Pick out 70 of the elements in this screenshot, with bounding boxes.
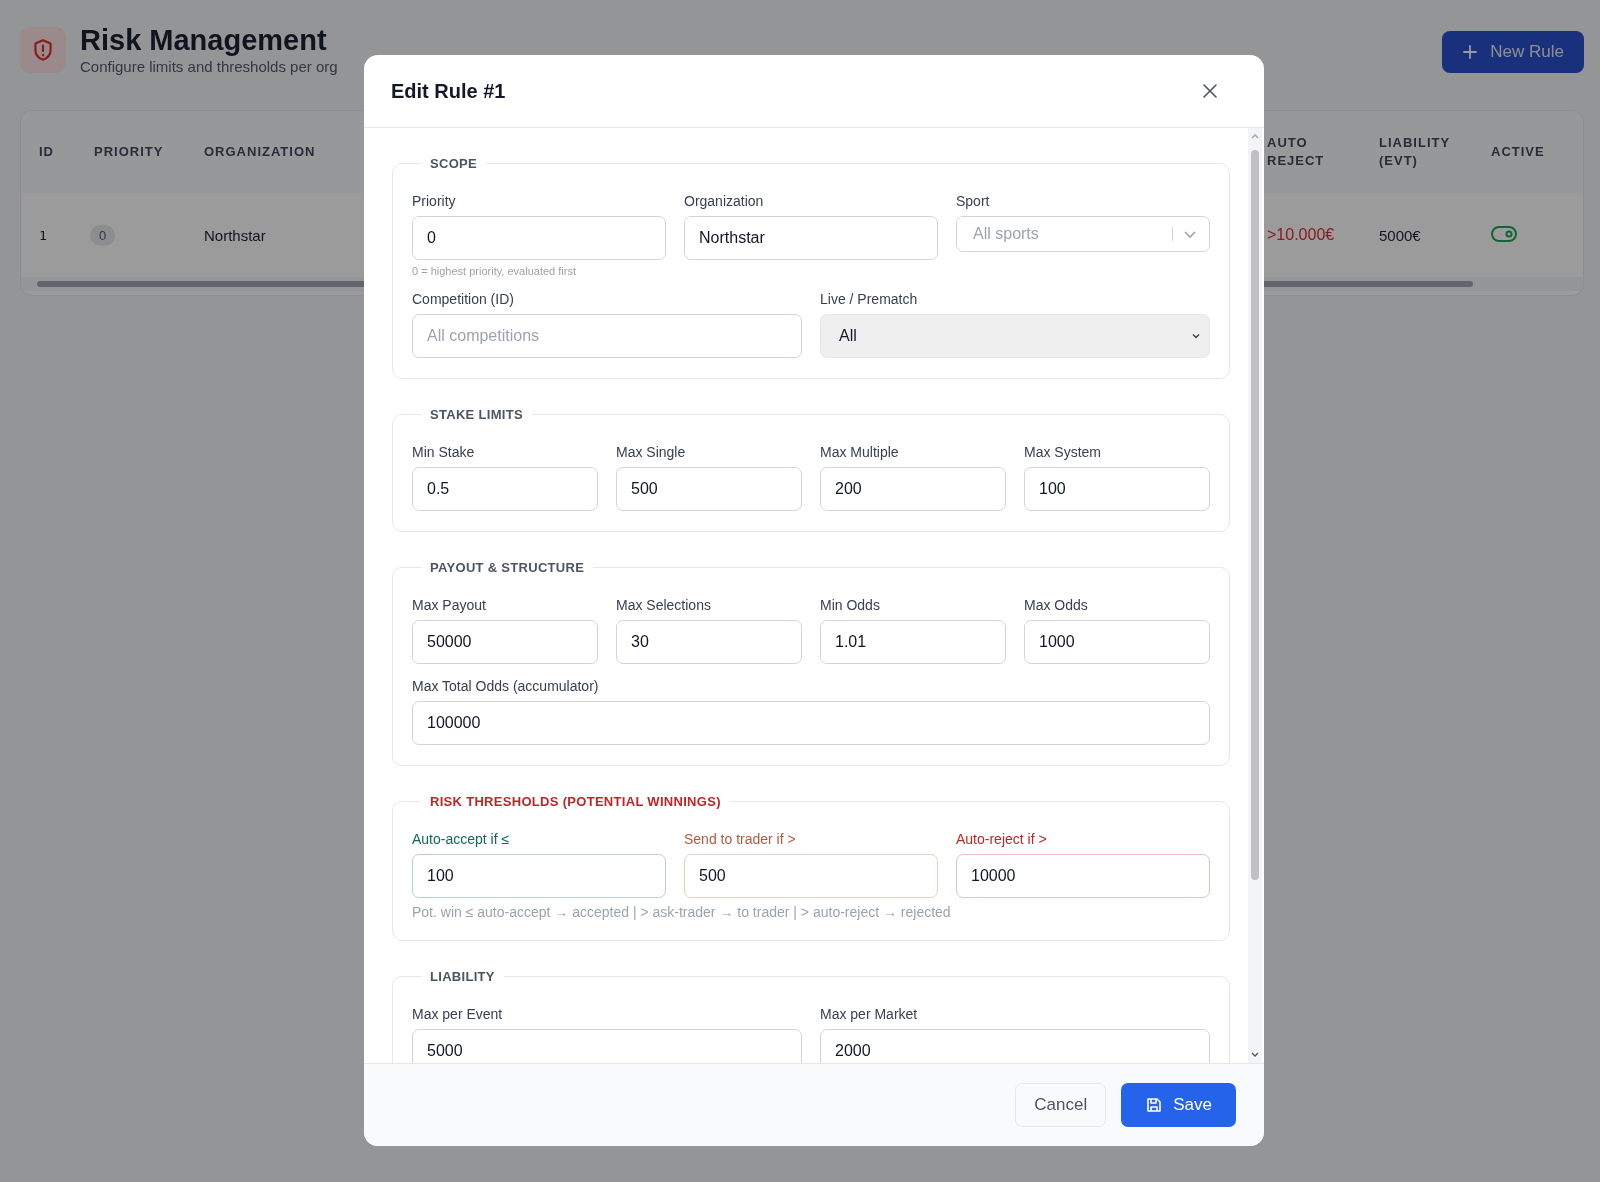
column-header: AUTO REJECT bbox=[1267, 134, 1326, 170]
column-header: ORGANIZATION bbox=[204, 143, 317, 161]
vertical-scrollbar[interactable] bbox=[1248, 128, 1262, 1063]
input-field[interactable]: 1.01 bbox=[820, 620, 1006, 664]
field-label: Sport bbox=[956, 193, 991, 209]
field-label: Min Odds bbox=[820, 597, 881, 613]
column-header: ACTIVE bbox=[1491, 143, 1546, 161]
field-label: Max per Event bbox=[412, 1006, 504, 1022]
field-label: Max Total Odds (accumulator) bbox=[412, 678, 600, 694]
field-hint: 0 = highest priority, evaluated first bbox=[412, 265, 577, 277]
select-field[interactable]: All bbox=[820, 314, 1210, 358]
field-label: Live / Prematch bbox=[820, 291, 919, 307]
section-title: STAKE LIMITS bbox=[429, 407, 524, 422]
save-button[interactable]: Save bbox=[1121, 1083, 1236, 1127]
table-cell-text: >10.000€ bbox=[1267, 226, 1336, 244]
chevron-down-icon bbox=[1191, 331, 1201, 341]
scroll-up-icon[interactable] bbox=[1250, 132, 1260, 140]
field-label: Auto-accept if ≤ bbox=[412, 831, 511, 847]
close-icon[interactable] bbox=[1202, 83, 1218, 99]
new-rule-button[interactable]: New Rule bbox=[1442, 31, 1584, 73]
column-header: PRIORITY bbox=[94, 143, 165, 161]
scroll-down-icon[interactable] bbox=[1250, 1051, 1260, 1059]
field-label: Max per Market bbox=[820, 1006, 919, 1022]
input-field[interactable]: 500 bbox=[684, 854, 938, 898]
field-label: Max Selections bbox=[616, 597, 712, 613]
input-field[interactable]: 200 bbox=[820, 467, 1006, 511]
column-header: ID bbox=[39, 143, 55, 161]
field-label: Max System bbox=[1024, 444, 1102, 460]
scrollbar-thumb[interactable] bbox=[1251, 150, 1259, 880]
input-field[interactable]: 100 bbox=[1024, 467, 1210, 511]
field-label: Min Stake bbox=[412, 444, 476, 460]
input-field[interactable]: All competitions bbox=[412, 314, 802, 358]
input-field[interactable]: 100000 bbox=[412, 701, 1210, 745]
column-header: LIABILITY (EVT) bbox=[1379, 134, 1452, 170]
input-field[interactable]: 5000 bbox=[412, 1029, 802, 1063]
threshold-note: Pot. win ≤ auto-accept → accepted | > ask-trader → to trader | > auto-reject → rejected bbox=[412, 904, 952, 920]
input-field[interactable]: Northstar bbox=[684, 216, 938, 260]
table-cell-text: 1 bbox=[39, 227, 48, 243]
section-title: SCOPE bbox=[429, 156, 478, 171]
table-cell-text: Northstar bbox=[204, 226, 267, 244]
page-title: Risk Management bbox=[80, 23, 328, 58]
section-title: LIABILITY bbox=[429, 969, 496, 984]
input-field[interactable]: 1000 bbox=[1024, 620, 1210, 664]
field-label: Max Payout bbox=[412, 597, 487, 613]
field-label: Max Odds bbox=[1024, 597, 1089, 613]
field-label: Organization bbox=[684, 193, 765, 209]
table-cell-text: 5000€ bbox=[1379, 226, 1422, 244]
field-label: Max Multiple bbox=[820, 444, 900, 460]
shield-icon bbox=[20, 27, 66, 73]
field-label: Priority bbox=[412, 193, 457, 209]
page-subtitle: Configure limits and thresholds per org bbox=[80, 58, 338, 75]
input-field[interactable]: 0 bbox=[412, 216, 666, 260]
field-label: Auto-reject if > bbox=[956, 831, 1048, 847]
field-label: Competition (ID) bbox=[412, 291, 515, 307]
input-field[interactable]: 30 bbox=[616, 620, 802, 664]
input-field[interactable]: 100 bbox=[412, 854, 666, 898]
priority-badge: 0 bbox=[90, 224, 116, 246]
section-title: RISK THRESHOLDS (POTENTIAL WINNINGS) bbox=[429, 794, 722, 809]
input-field[interactable]: 10000 bbox=[956, 854, 1210, 898]
input-field[interactable]: 0.5 bbox=[412, 467, 598, 511]
input-field[interactable]: 500 bbox=[616, 467, 802, 511]
field-label: Send to trader if > bbox=[684, 831, 797, 847]
plus-icon bbox=[1462, 44, 1479, 60]
field-label: Max Single bbox=[616, 444, 687, 460]
active-toggle[interactable] bbox=[1491, 225, 1517, 242]
section-title: PAYOUT & STRUCTURE bbox=[429, 560, 586, 575]
dialog-title: Edit Rule #1 bbox=[391, 79, 506, 103]
input-field[interactable]: 2000 bbox=[820, 1029, 1210, 1063]
cancel-button[interactable]: Cancel bbox=[1015, 1083, 1107, 1127]
input-field[interactable]: 50000 bbox=[412, 620, 598, 664]
